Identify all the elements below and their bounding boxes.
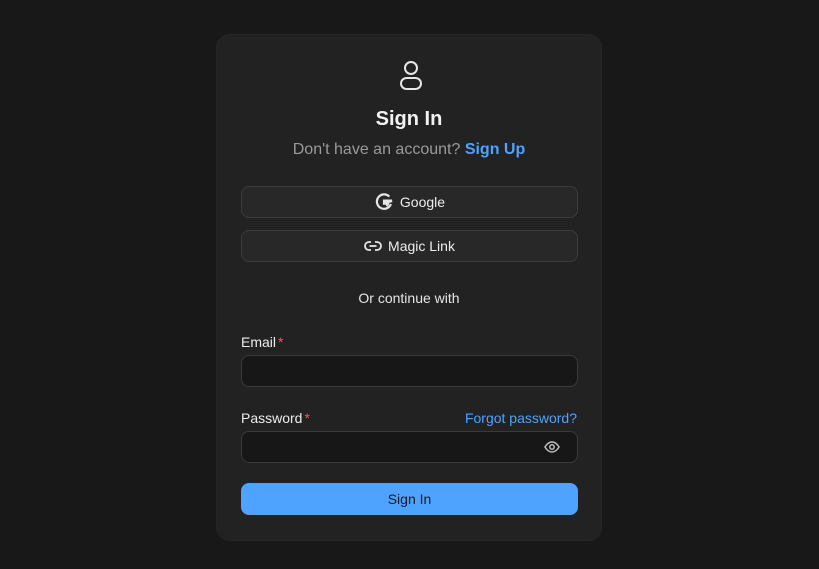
eye-icon[interactable] <box>544 440 560 454</box>
required-marker: * <box>278 334 284 350</box>
required-marker: * <box>304 410 310 426</box>
password-label: Password * <box>241 410 310 426</box>
link-icon <box>364 240 382 252</box>
email-label: Email * <box>241 334 283 350</box>
google-icon <box>374 192 394 212</box>
password-input[interactable] <box>241 431 578 463</box>
google-button-label: Google <box>399 194 446 210</box>
signup-prompt: Don't have an account? Sign Up <box>217 141 601 159</box>
forgot-password-link[interactable]: Forgot password? <box>465 410 577 426</box>
user-icon <box>400 61 422 90</box>
magic-link-button[interactable]: Magic Link <box>241 230 578 262</box>
magic-link-button-label: Magic Link <box>388 238 455 254</box>
continue-divider: Or continue with <box>358 290 460 306</box>
password-label-text: Password <box>241 410 303 426</box>
google-sign-in-button[interactable]: Google <box>241 186 578 218</box>
signup-prompt-text: Don't have an account? <box>292 141 461 158</box>
email-label-text: Email <box>241 334 277 350</box>
sign-in-button[interactable]: Sign In <box>241 483 578 515</box>
email-input[interactable] <box>241 355 578 387</box>
sign-up-link[interactable]: Sign Up <box>465 141 525 158</box>
sign-in-card: Sign In Don't have an account? Sign Up G… <box>216 34 602 541</box>
page-title: Sign In <box>375 108 443 130</box>
